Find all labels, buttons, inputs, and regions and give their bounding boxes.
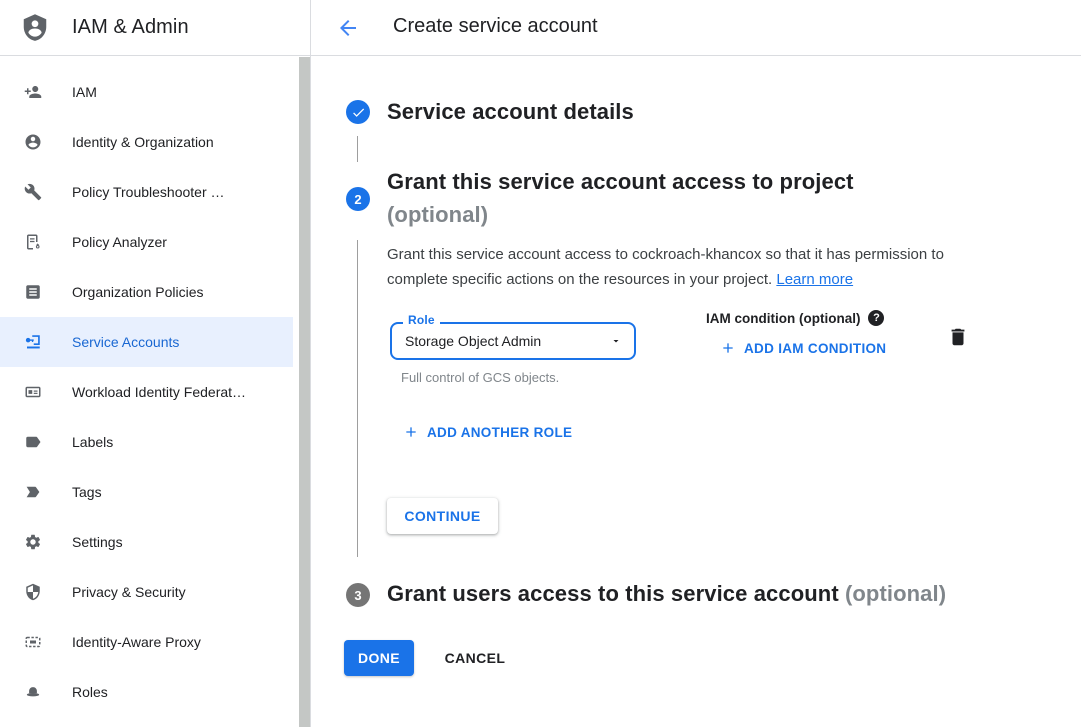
sidebar-item-label: Service Accounts (72, 334, 179, 350)
sidebar-item-organization-policies[interactable]: Organization Policies (0, 267, 293, 317)
sidebar-item-label: Labels (72, 434, 113, 450)
continue-button[interactable]: CONTINUE (387, 498, 498, 534)
sidebar-item-policy-analyzer[interactable]: Policy Analyzer (0, 217, 293, 267)
sidebar-item-label: Tags (72, 484, 102, 500)
dropdown-arrow-icon (610, 335, 622, 347)
step3-number-badge: 3 (346, 583, 370, 607)
shield-person-logo (20, 13, 50, 43)
sidebar-item-label: Policy Analyzer (72, 234, 167, 250)
sidebar-nav: IAM Identity & Organization Policy Troub… (0, 67, 293, 717)
sidebar-item-service-accounts[interactable]: Service Accounts (0, 317, 293, 367)
add-another-role-button[interactable]: ADD ANOTHER ROLE (403, 424, 572, 440)
step3-optional-label: (optional) (845, 581, 946, 606)
shield-half-icon (24, 583, 42, 601)
cancel-button[interactable]: CANCEL (433, 640, 517, 676)
sidebar-item-label: Privacy & Security (72, 584, 186, 600)
sidebar-item-workload-identity-federat[interactable]: Workload Identity Federat… (0, 367, 293, 417)
person-add-icon (24, 83, 42, 101)
page: IAM & Admin IAM Identity & Organization … (0, 0, 1081, 727)
sidebar-item-policy-troubleshooter[interactable]: Policy Troubleshooter … (0, 167, 293, 217)
sidebar-item-label: Roles (72, 684, 108, 700)
learn-more-link[interactable]: Learn more (776, 271, 853, 288)
sidebar-item-identity-aware-proxy[interactable]: Identity-Aware Proxy (0, 617, 293, 667)
role-selected-value: Storage Object Admin (405, 333, 610, 349)
iam-condition-label: IAM condition (optional) ? (706, 310, 884, 326)
check-icon (351, 105, 366, 120)
org-policies-icon (24, 283, 42, 301)
main-header: Create service account (311, 0, 1081, 56)
step3-title: Grant users access to this service accou… (387, 581, 1047, 607)
role-helper-text: Full control of GCS objects. (401, 370, 559, 385)
service-account-icon (24, 333, 42, 351)
policy-analyzer-icon (24, 233, 42, 251)
sidebar-item-label: IAM (72, 84, 97, 100)
sidebar-header: IAM & Admin (0, 0, 310, 56)
add-iam-condition-button[interactable]: ADD IAM CONDITION (720, 340, 886, 356)
label-icon (24, 433, 42, 451)
plus-icon (403, 424, 419, 440)
step-connector (357, 136, 358, 162)
page-title: Create service account (393, 15, 598, 38)
back-arrow-icon[interactable] (334, 14, 362, 42)
sidebar-item-tags[interactable]: Tags (0, 467, 293, 517)
sidebar-item-label: Identity & Organization (72, 134, 214, 150)
tag-arrow-icon (24, 483, 42, 501)
sidebar-item-label: Settings (72, 534, 123, 550)
role-field-label: Role (403, 313, 440, 327)
role-field: Role Storage Object Admin (390, 322, 636, 360)
step2-title: Grant this service account access to pro… (387, 169, 987, 228)
product-title: IAM & Admin (72, 16, 189, 39)
step2-optional-label: (optional) (387, 202, 987, 228)
sidebar-item-privacy-security[interactable]: Privacy & Security (0, 567, 293, 617)
wrench-icon (24, 183, 42, 201)
sidebar-item-label: Workload Identity Federat… (72, 384, 246, 400)
sidebar-item-iam[interactable]: IAM (0, 67, 293, 117)
step1-complete-badge (346, 100, 370, 124)
main-content: Create service account Service account d… (311, 0, 1081, 727)
sidebar-item-labels[interactable]: Labels (0, 417, 293, 467)
sidebar: IAM & Admin IAM Identity & Organization … (0, 0, 311, 727)
sidebar-item-settings[interactable]: Settings (0, 517, 293, 567)
sidebar-item-label: Identity-Aware Proxy (72, 634, 201, 650)
done-button[interactable]: DONE (344, 640, 414, 676)
sidebar-item-label: Organization Policies (72, 284, 204, 300)
badge-card-icon (24, 383, 42, 401)
trash-icon[interactable] (947, 326, 969, 348)
plus-icon (720, 340, 736, 356)
roles-hat-icon (24, 683, 42, 701)
step1-title: Service account details (387, 99, 634, 125)
role-select[interactable]: Role Storage Object Admin (390, 322, 636, 360)
step2-description: Grant this service account access to coc… (387, 242, 983, 292)
question-mark-icon[interactable]: ? (868, 310, 884, 326)
sidebar-item-identity-organization[interactable]: Identity & Organization (0, 117, 293, 167)
person-circle-icon (24, 133, 42, 151)
sidebar-item-label: Policy Troubleshooter … (72, 184, 225, 200)
sidebar-item-roles[interactable]: Roles (0, 667, 293, 717)
step-connector (357, 240, 358, 557)
iap-icon (24, 633, 42, 651)
gear-icon (24, 533, 42, 551)
sidebar-scrollbar[interactable] (299, 57, 310, 727)
step2-number-badge: 2 (346, 187, 370, 211)
